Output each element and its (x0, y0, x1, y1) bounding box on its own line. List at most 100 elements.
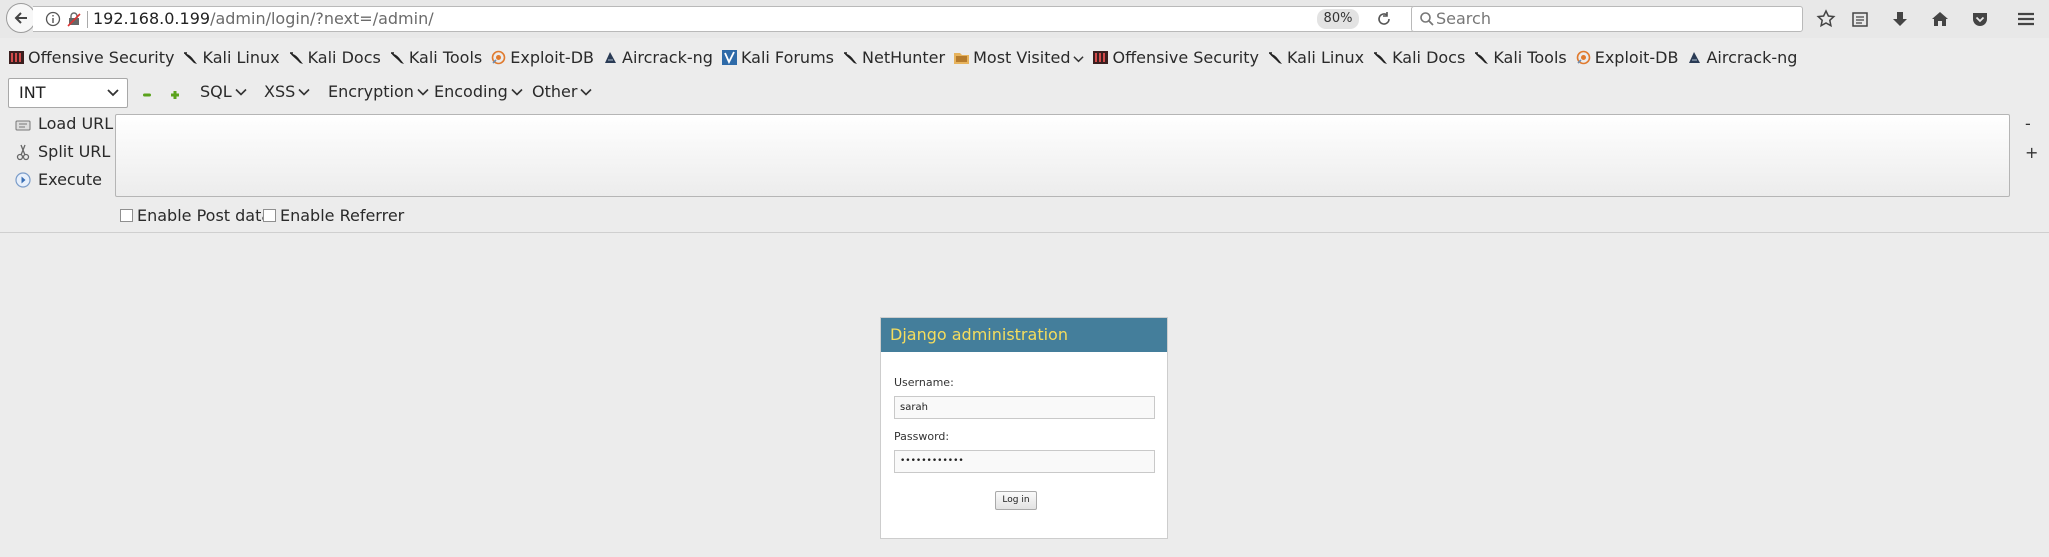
search-placeholder: Search (1436, 9, 1491, 28)
bookmark-item[interactable]: Aircrack-ng (602, 48, 713, 67)
bookmark-item[interactable]: Kali Linux (1267, 48, 1364, 67)
menu-icon[interactable] (2015, 8, 2037, 30)
kali-dragon-icon (1267, 49, 1284, 66)
bookmark-item[interactable]: Exploit-DB (490, 48, 594, 67)
enable-referrer-checkbox[interactable]: Enable Referrer (263, 206, 404, 225)
zoom-indicator[interactable]: 80% (1317, 9, 1359, 29)
url-bar[interactable]: 192.168.0.199/admin/login/?next=/admin/ … (33, 6, 1415, 32)
split-url-label: Split URL (38, 142, 111, 161)
load-url-button[interactable]: Load URL (14, 114, 113, 133)
menu-other[interactable]: Other (532, 82, 593, 101)
menu-xss[interactable]: XSS (264, 82, 310, 101)
login-button[interactable]: Log in (995, 491, 1037, 510)
bookmark-label: Most Visited (973, 47, 1071, 67)
chevron-down-icon (417, 88, 429, 96)
menu-sql[interactable]: SQL (200, 82, 247, 101)
folder-icon (953, 49, 970, 66)
bookmark-label: Aircrack-ng (1706, 47, 1798, 67)
exploitdb-icon (1575, 49, 1592, 66)
bookmarks-toolbar: Offensive Security Kali Linux Kali Docs Kal… (0, 44, 2049, 70)
execute-button[interactable]: Execute (14, 170, 102, 189)
menu-sql-label: SQL (200, 82, 232, 101)
chevron-down-icon (580, 88, 593, 96)
shrink-button[interactable]: - (2025, 114, 2031, 133)
chevron-down-icon (235, 88, 247, 96)
navigation-toolbar: 192.168.0.199/admin/login/?next=/admin/ … (0, 0, 2049, 38)
bookmark-item[interactable]: Offensive Security (8, 48, 174, 67)
split-url-button[interactable]: Split URL (14, 142, 110, 161)
username-input[interactable]: sarah (894, 396, 1155, 419)
checkbox-box[interactable] (263, 209, 276, 222)
menu-other-label: Other (532, 82, 578, 101)
bookmark-label: Kali Docs (1392, 47, 1466, 67)
bookmark-item[interactable]: Offensive Security (1092, 48, 1259, 67)
bookmark-item[interactable]: NetHunter (842, 48, 945, 67)
bookmark-label: Kali Tools (408, 47, 483, 67)
bookmark-star-icon[interactable] (1815, 8, 1837, 30)
url-text[interactable]: 192.168.0.199/admin/login/?next=/admin/ (93, 9, 434, 28)
menu-xss-label: XSS (264, 82, 296, 101)
hackbar-type-select[interactable]: INT (8, 78, 128, 108)
kali-forums-icon (721, 49, 738, 66)
bookmark-label: Kali Linux (202, 47, 280, 67)
menu-encoding[interactable]: Encoding (434, 82, 523, 101)
bookmark-item[interactable]: Kali Docs (1372, 48, 1465, 67)
load-url-icon (15, 120, 31, 130)
offsec-icon (1092, 49, 1109, 66)
insecure-lock-icon[interactable] (67, 11, 81, 27)
bookmark-label: NetHunter (862, 47, 946, 67)
offsec-icon (8, 49, 25, 66)
chevron-down-icon (1070, 48, 1085, 67)
aircrack-icon (602, 49, 619, 66)
hackbar-select-value: INT (19, 83, 46, 102)
kali-dragon-icon (842, 49, 859, 66)
bookmark-item[interactable]: Kali Docs (288, 48, 381, 67)
kali-dragon-icon (389, 49, 406, 66)
back-arrow-icon (14, 12, 27, 24)
enable-referrer-label: Enable Referrer (280, 206, 405, 225)
password-input[interactable]: •••••••••••• (894, 450, 1155, 473)
chevron-down-icon (107, 89, 119, 97)
hackbar-toolbar: INT SQL XSS Encryption Encoding Other (0, 76, 2049, 110)
bookmark-item[interactable]: Exploit-DB (1575, 48, 1678, 67)
bookmark-item[interactable]: Kali Linux (182, 47, 280, 67)
exploitdb-icon (490, 49, 507, 66)
checkbox-box[interactable] (120, 209, 133, 222)
url-path: /admin/login/?next=/admin/ (210, 9, 434, 28)
bookmark-item[interactable]: Kali Tools (389, 48, 482, 67)
bookmark-item[interactable]: Most Visited (953, 47, 1085, 67)
kali-dragon-icon (1372, 49, 1389, 66)
enable-post-data-label: Enable Post data (137, 206, 272, 225)
enable-post-data-checkbox[interactable]: Enable Post data (120, 206, 271, 225)
menu-encryption-label: Encryption (328, 82, 414, 101)
bookmark-item[interactable]: Aircrack-ng (1686, 48, 1797, 67)
bookmark-item[interactable]: Kali Forums (721, 48, 834, 67)
menu-encoding-label: Encoding (434, 82, 508, 101)
expand-button[interactable]: + (2025, 143, 2038, 162)
download-icon[interactable] (1889, 8, 1911, 30)
reload-icon[interactable] (1375, 10, 1393, 28)
play-icon (15, 171, 31, 188)
back-button[interactable] (6, 3, 36, 33)
scissors-icon (16, 144, 30, 160)
load-url-label: Load URL (38, 114, 114, 133)
execute-label: Execute (38, 170, 102, 189)
increase-icon[interactable] (170, 90, 180, 100)
bookmark-item[interactable]: Kali Tools (1473, 47, 1567, 67)
reading-list-icon[interactable] (1849, 8, 1871, 30)
pocket-icon[interactable] (1969, 8, 1991, 30)
menu-encryption[interactable]: Encryption (328, 82, 429, 101)
aircrack-icon (1686, 49, 1703, 66)
info-icon[interactable] (45, 11, 61, 27)
url-separator (87, 11, 88, 28)
bookmark-label: Kali Linux (1286, 47, 1365, 67)
hackbar-url-textarea[interactable] (115, 114, 2010, 197)
decrease-icon[interactable] (142, 90, 152, 100)
login-form: Django administration Username: sarah Pa… (880, 317, 1168, 539)
bookmark-label: Kali Tools (1493, 47, 1567, 67)
chevron-down-icon (298, 88, 310, 96)
bookmark-label: Kali Forums (740, 47, 834, 67)
home-icon[interactable] (1929, 8, 1951, 30)
search-bar[interactable]: Search (1411, 6, 1803, 32)
url-host: 192.168.0.199 (93, 9, 211, 28)
